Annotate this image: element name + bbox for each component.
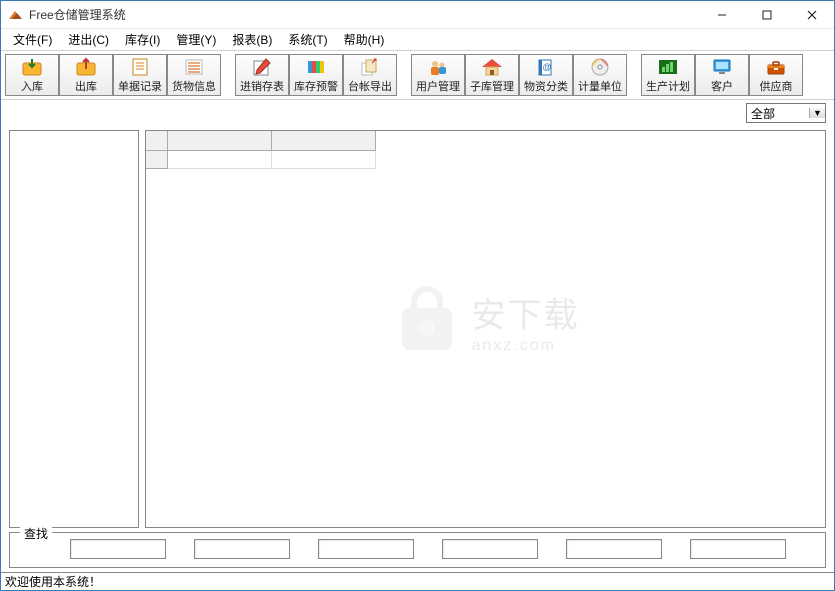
inbox-out-icon bbox=[74, 57, 98, 77]
toolbar-psi-label: 进销存表 bbox=[240, 78, 284, 94]
window-controls bbox=[699, 1, 834, 28]
search-field-4[interactable] bbox=[442, 539, 538, 559]
filter-select[interactable]: 全部 ▼ bbox=[746, 103, 826, 123]
toolbar-customer-button[interactable]: 客户 bbox=[695, 54, 749, 96]
toolbar-sub-label: 子库管理 bbox=[470, 78, 514, 94]
minimize-button[interactable] bbox=[699, 1, 744, 29]
monitor-icon bbox=[710, 57, 734, 77]
toolbar-out-button[interactable]: 出库 bbox=[59, 54, 113, 96]
chevron-down-icon: ▼ bbox=[809, 108, 825, 118]
toolbar-alert-label: 库存预警 bbox=[294, 78, 338, 94]
toolbar-records-button[interactable]: 单据记录 bbox=[113, 54, 167, 96]
toolbar-goods-label: 货物信息 bbox=[172, 78, 216, 94]
toolbar-export-label: 台帐导出 bbox=[348, 78, 392, 94]
maximize-button[interactable] bbox=[744, 1, 789, 29]
toolbar-customer-label: 客户 bbox=[711, 78, 733, 94]
toolbar-supplier-label: 供应商 bbox=[760, 78, 793, 94]
menu-file[interactable]: 文件(F) bbox=[5, 29, 60, 50]
toolbar-category-label: 物资分类 bbox=[524, 78, 568, 94]
grid-row[interactable] bbox=[146, 151, 825, 169]
search-field-1[interactable] bbox=[70, 539, 166, 559]
menu-report[interactable]: 报表(B) bbox=[224, 29, 280, 50]
menu-system[interactable]: 系统(T) bbox=[280, 29, 335, 50]
search-legend: 查找 bbox=[20, 525, 52, 542]
toolbar-records-label: 单据记录 bbox=[118, 78, 162, 94]
search-field-2[interactable] bbox=[194, 539, 290, 559]
book-at-icon: @ bbox=[534, 57, 558, 77]
grid-panel[interactable]: 安下载 anxz.com bbox=[145, 130, 826, 528]
window-title: Free仓储管理系统 bbox=[29, 6, 699, 23]
filter-row: 全部 ▼ bbox=[1, 100, 834, 126]
edit-note-icon bbox=[250, 57, 274, 77]
tree-panel[interactable] bbox=[9, 130, 139, 528]
toolbar-category-button[interactable]: @ 物资分类 bbox=[519, 54, 573, 96]
document-list-icon bbox=[128, 57, 152, 77]
toolbar-supplier-button[interactable]: 供应商 bbox=[749, 54, 803, 96]
menu-stock[interactable]: 库存(I) bbox=[117, 29, 168, 50]
inbox-in-icon bbox=[20, 57, 44, 77]
toolbar-in-label: 入库 bbox=[21, 78, 43, 94]
svg-text:@: @ bbox=[542, 62, 551, 72]
color-bars-icon bbox=[304, 57, 328, 77]
status-text: 欢迎使用本系统！ bbox=[5, 573, 101, 590]
watermark-cn: 安下载 bbox=[472, 288, 580, 337]
content-area: 安下载 anxz.com bbox=[1, 126, 834, 530]
house-icon bbox=[480, 57, 504, 77]
grid-header-cell[interactable] bbox=[146, 131, 168, 151]
menubar: 文件(F) 进出(C) 库存(I) 管理(Y) 报表(B) 系统(T) 帮助(H… bbox=[1, 29, 834, 51]
toolbar-out-label: 出库 bbox=[75, 78, 97, 94]
toolbar-user-label: 用户管理 bbox=[416, 78, 460, 94]
toolbar-alert-button[interactable]: 库存预警 bbox=[289, 54, 343, 96]
search-field-6[interactable] bbox=[690, 539, 786, 559]
users-icon bbox=[426, 57, 450, 77]
grid-header bbox=[146, 131, 825, 151]
toolbar-psi-button[interactable]: 进销存表 bbox=[235, 54, 289, 96]
toolbar-plan-label: 生产计划 bbox=[646, 78, 690, 94]
bar-chart-icon bbox=[656, 57, 680, 77]
export-pages-icon bbox=[358, 57, 382, 77]
close-button[interactable] bbox=[789, 1, 834, 29]
toolbar-in-button[interactable]: 入库 bbox=[5, 54, 59, 96]
toolbar-unit-label: 计量单位 bbox=[578, 78, 622, 94]
menu-manage[interactable]: 管理(Y) bbox=[168, 29, 224, 50]
disc-icon bbox=[588, 57, 612, 77]
toolbar-unit-button[interactable]: 计量单位 bbox=[573, 54, 627, 96]
toolbox-icon bbox=[764, 57, 788, 77]
search-field-3[interactable] bbox=[318, 539, 414, 559]
watermark-en: anxz.com bbox=[472, 337, 580, 355]
app-icon bbox=[7, 7, 23, 23]
search-field-5[interactable] bbox=[566, 539, 662, 559]
toolbar-goods-button[interactable]: 货物信息 bbox=[167, 54, 221, 96]
filter-selected-value: 全部 bbox=[751, 105, 775, 122]
toolbar: 入库 出库 单据记录 货物信息 进销存表 库存预警 台帐导出 bbox=[1, 51, 834, 100]
toolbar-user-button[interactable]: 用户管理 bbox=[411, 54, 465, 96]
toolbar-plan-button[interactable]: 生产计划 bbox=[641, 54, 695, 96]
list-lines-icon bbox=[182, 57, 206, 77]
grid-header-cell[interactable] bbox=[272, 131, 376, 151]
statusbar: 欢迎使用本系统！ bbox=[1, 572, 834, 590]
menu-inout[interactable]: 进出(C) bbox=[60, 29, 117, 50]
toolbar-sub-button[interactable]: 子库管理 bbox=[465, 54, 519, 96]
grid-header-cell[interactable] bbox=[168, 131, 272, 151]
titlebar: Free仓储管理系统 bbox=[1, 1, 834, 29]
search-groupbox: 查找 bbox=[9, 532, 826, 568]
menu-help[interactable]: 帮助(H) bbox=[336, 29, 393, 50]
watermark: 安下载 anxz.com bbox=[392, 286, 580, 356]
toolbar-export-button[interactable]: 台帐导出 bbox=[343, 54, 397, 96]
